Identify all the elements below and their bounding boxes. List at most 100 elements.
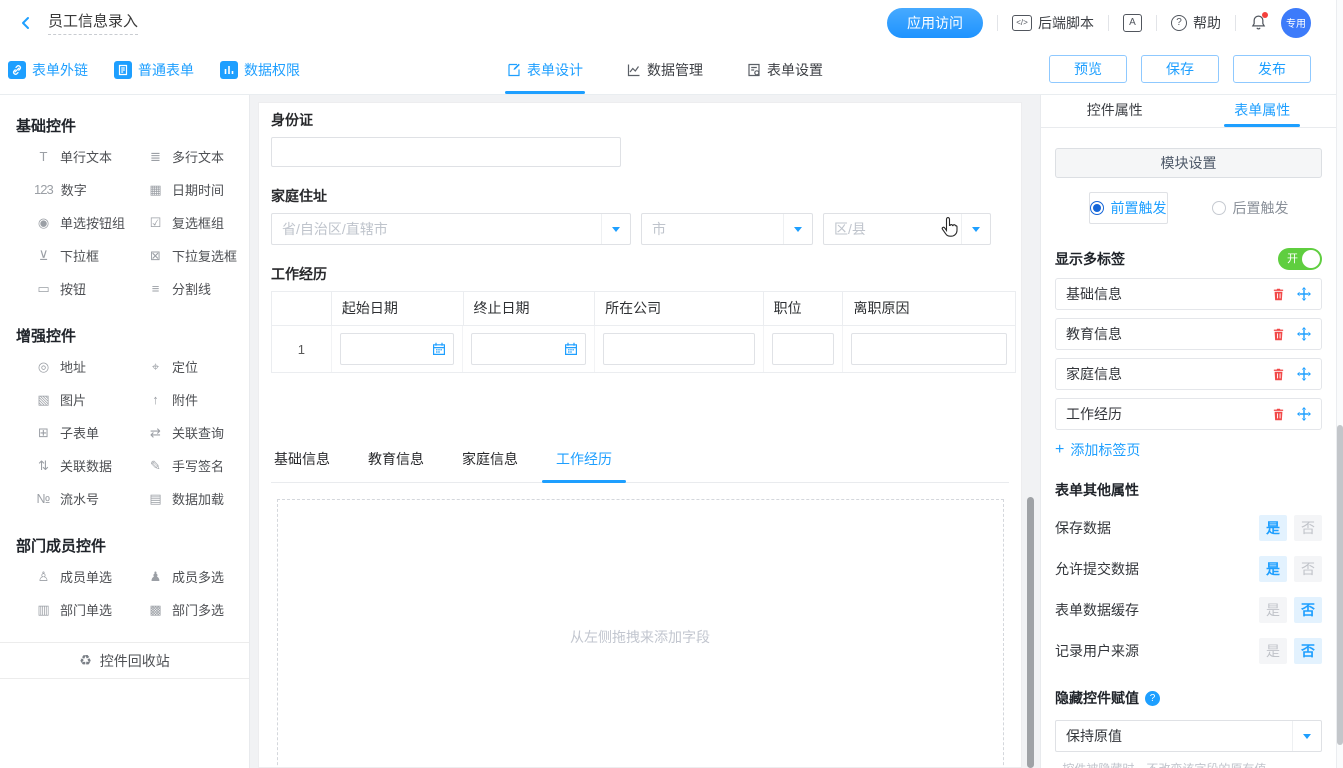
city-select[interactable]: 市	[641, 213, 813, 245]
add-tab-button[interactable]: + 添加标签页	[1055, 440, 1322, 460]
app-access-button[interactable]: 应用访问	[887, 8, 983, 38]
district-select[interactable]: 区/县	[823, 213, 991, 245]
avatar[interactable]: 专用	[1281, 8, 1311, 38]
move-icon[interactable]	[1297, 327, 1311, 341]
widget-item-single-line-text[interactable]: T单行文本	[34, 140, 146, 173]
help-circle-icon[interactable]: ?	[1145, 691, 1160, 706]
hidden-assign-select[interactable]: 保持原值	[1055, 720, 1322, 752]
widget-item-dropdown[interactable]: ⊻下拉框	[34, 239, 146, 272]
position-input[interactable]	[772, 333, 835, 365]
end-date-input[interactable]	[471, 333, 586, 365]
widget-item-radio-group[interactable]: ◉单选按钮组	[34, 206, 146, 239]
delete-icon[interactable]	[1272, 288, 1285, 301]
tab-form-settings[interactable]: 表单设置	[745, 45, 825, 94]
widget-item-signature[interactable]: ✎手写签名	[146, 449, 249, 482]
help-label: 帮助	[1193, 13, 1221, 33]
field-home-address[interactable]: 家庭住址 省/自治区/直辖市 市 区/县	[271, 187, 1009, 245]
tab-form-properties[interactable]: 表单属性	[1189, 95, 1337, 127]
yes-button[interactable]: 是	[1259, 556, 1287, 582]
widget-label: 部门多选	[172, 600, 224, 619]
notifications-button[interactable]	[1250, 14, 1267, 31]
back-button[interactable]	[14, 11, 38, 35]
page-scrollbar[interactable]	[1336, 0, 1343, 768]
field-id-card[interactable]: 身份证	[271, 111, 1009, 167]
calendar-icon[interactable]	[564, 342, 578, 356]
tab-config-item[interactable]: 基础信息	[1055, 278, 1322, 310]
backend-script-button[interactable]: </> 后端脚本	[1012, 13, 1094, 33]
widget-item-number[interactable]: 123数字	[34, 173, 146, 206]
move-icon[interactable]	[1297, 287, 1311, 301]
calendar-icon[interactable]	[432, 342, 446, 356]
form-tab-basic-info[interactable]: 基础信息	[274, 443, 330, 482]
widget-item-department-single[interactable]: ▥部门单选	[34, 593, 146, 626]
normal-form-button[interactable]: 普通表单	[114, 60, 194, 80]
yes-button[interactable]: 是	[1259, 515, 1287, 541]
form-external-link-button[interactable]: 表单外链	[8, 60, 88, 80]
widget-item-location[interactable]: ⌖定位	[146, 350, 249, 383]
field-label: 家庭住址	[271, 187, 1009, 205]
widget-item-image[interactable]: ▧图片	[34, 383, 146, 416]
id-card-input[interactable]	[271, 137, 621, 167]
widget-item-button[interactable]: ▭按钮	[34, 272, 146, 305]
widget-item-linked-data[interactable]: ⇅关联数据	[34, 449, 146, 482]
help-icon: ?	[1171, 15, 1187, 31]
save-button[interactable]: 保存	[1141, 55, 1219, 83]
widget-item-datetime[interactable]: ▦日期时间	[146, 173, 249, 206]
widget-item-linked-query[interactable]: ⇄关联查询	[146, 416, 249, 449]
tab-config-item[interactable]: 教育信息	[1055, 318, 1322, 350]
form-external-link-label: 表单外链	[32, 60, 88, 80]
radio-pre-trigger[interactable]: 前置触发	[1089, 192, 1168, 224]
widget-item-attachment[interactable]: ↑附件	[146, 383, 249, 416]
widget-item-divider[interactable]: ≡分割线	[146, 272, 249, 305]
widget-item-serial-number[interactable]: №流水号	[34, 482, 146, 515]
form-tab-education-info[interactable]: 教育信息	[368, 443, 424, 482]
canvas-scrollbar-thumb[interactable]	[1027, 497, 1034, 768]
widget-item-address[interactable]: ◎地址	[34, 350, 146, 383]
no-button[interactable]: 否	[1294, 556, 1322, 582]
widget-item-member-single[interactable]: ♙成员单选	[34, 560, 146, 593]
tab-widget-properties[interactable]: 控件属性	[1041, 95, 1189, 127]
publish-button[interactable]: 发布	[1233, 55, 1311, 83]
tab-config-item[interactable]: 家庭信息	[1055, 358, 1322, 390]
widget-item-data-load[interactable]: ▤数据加载	[146, 482, 249, 515]
page-scrollbar-thumb[interactable]	[1337, 425, 1343, 745]
page-title[interactable]: 员工信息录入	[48, 10, 138, 35]
widget-item-department-multi[interactable]: ▩部门多选	[146, 593, 249, 626]
select-placeholder: 市	[642, 219, 783, 239]
delete-icon[interactable]	[1272, 368, 1285, 381]
widget-item-checkbox-group[interactable]: ☑复选框组	[146, 206, 249, 239]
help-button[interactable]: ? 帮助	[1171, 13, 1221, 33]
other-props-title: 表单其他属性	[1055, 480, 1322, 500]
delete-icon[interactable]	[1272, 328, 1285, 341]
start-date-input[interactable]	[340, 333, 455, 365]
tab-config-item[interactable]: 工作经历	[1055, 398, 1322, 430]
multi-tab-toggle[interactable]: 开	[1278, 248, 1322, 270]
delete-icon[interactable]	[1272, 408, 1285, 421]
widget-recycle-bin[interactable]: ♻ 控件回收站	[0, 642, 249, 679]
no-button[interactable]: 否	[1294, 597, 1322, 623]
form-tab-work-history[interactable]: 工作经历	[556, 443, 612, 482]
leave-reason-input[interactable]	[851, 333, 1007, 365]
yes-button[interactable]: 是	[1259, 638, 1287, 664]
module-settings-button[interactable]: 模块设置	[1055, 148, 1322, 178]
data-permission-button[interactable]: 数据权限	[220, 60, 300, 80]
form-tab-family-info[interactable]: 家庭信息	[462, 443, 518, 482]
company-input[interactable]	[603, 333, 755, 365]
radio-post-trigger[interactable]: 后置触发	[1212, 192, 1289, 224]
tab-form-design[interactable]: 表单设计	[505, 45, 585, 94]
tab-data-management[interactable]: 数据管理	[625, 45, 705, 94]
notification-dot	[1262, 12, 1268, 18]
language-icon[interactable]: A	[1123, 14, 1142, 32]
widget-item-dropdown-multi[interactable]: ⊠下拉复选框	[146, 239, 249, 272]
widget-item-multi-line-text[interactable]: ≣多行文本	[146, 140, 249, 173]
yes-button[interactable]: 是	[1259, 597, 1287, 623]
province-select[interactable]: 省/自治区/直辖市	[271, 213, 631, 245]
widget-item-subform[interactable]: ⊞子表单	[34, 416, 146, 449]
preview-button[interactable]: 预览	[1049, 55, 1127, 83]
move-icon[interactable]	[1297, 367, 1311, 381]
widget-item-member-multi[interactable]: ♟成员多选	[146, 560, 249, 593]
field-work-history-table[interactable]: 工作经历 起始日期 终止日期 所在公司 职位 离职原因 1	[271, 265, 1009, 373]
no-button[interactable]: 否	[1294, 638, 1322, 664]
no-button[interactable]: 否	[1294, 515, 1322, 541]
move-icon[interactable]	[1297, 407, 1311, 421]
